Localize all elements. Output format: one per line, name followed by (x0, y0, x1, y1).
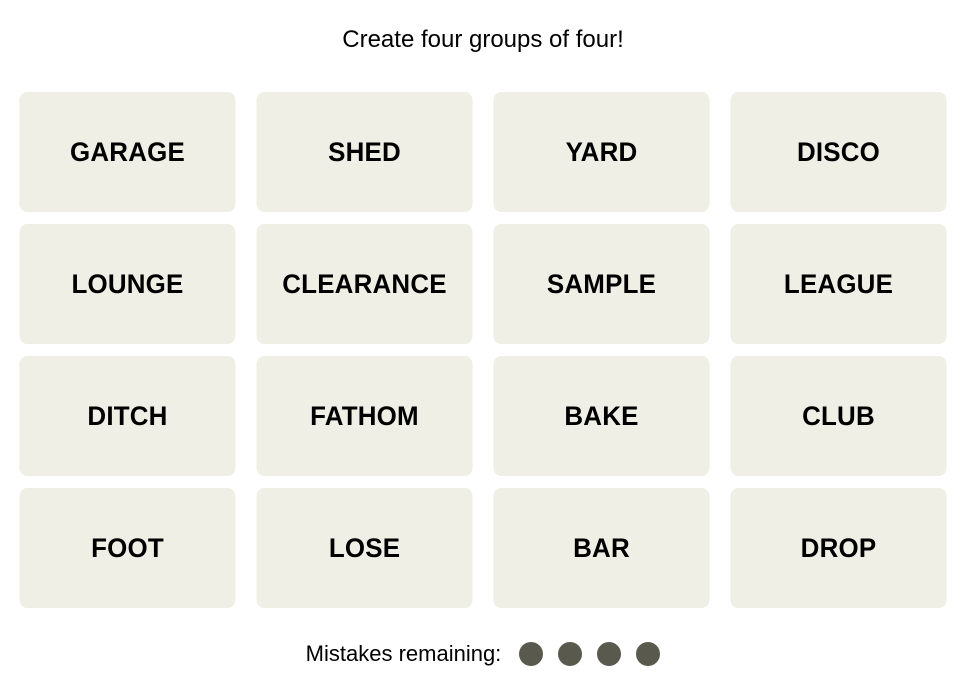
word-tile[interactable]: YARD (493, 92, 710, 212)
word-tile[interactable]: DISCO (730, 92, 947, 212)
word-tile[interactable]: DITCH (19, 356, 236, 476)
mistake-dot (558, 642, 583, 666)
mistakes-label: Mistakes remaining: (305, 641, 502, 666)
word-tile[interactable]: FATHOM (256, 356, 473, 476)
mistake-dot (636, 642, 661, 666)
word-tile[interactable]: SAMPLE (493, 224, 710, 344)
word-tile[interactable]: BAKE (493, 356, 710, 476)
word-tile[interactable]: DROP (730, 488, 947, 608)
word-tile[interactable]: GARAGE (19, 92, 236, 212)
word-tile[interactable]: LOUNGE (19, 224, 236, 344)
word-grid: GARAGE SHED YARD DISCO LOUNGE CLEARANCE … (15, 92, 951, 608)
mistake-dot (597, 642, 622, 666)
word-tile[interactable]: CLEARANCE (256, 224, 473, 344)
word-tile[interactable]: SHED (256, 92, 473, 212)
word-tile[interactable]: LEAGUE (730, 224, 947, 344)
word-tile[interactable]: BAR (493, 488, 710, 608)
word-tile[interactable]: CLUB (730, 356, 947, 476)
word-tile[interactable]: LOSE (256, 488, 473, 608)
mistake-dots (519, 642, 661, 666)
mistakes-remaining: Mistakes remaining: (0, 641, 966, 667)
mistake-dot (519, 642, 544, 666)
word-tile[interactable]: FOOT (19, 488, 236, 608)
game-prompt: Create four groups of four! (342, 26, 624, 53)
